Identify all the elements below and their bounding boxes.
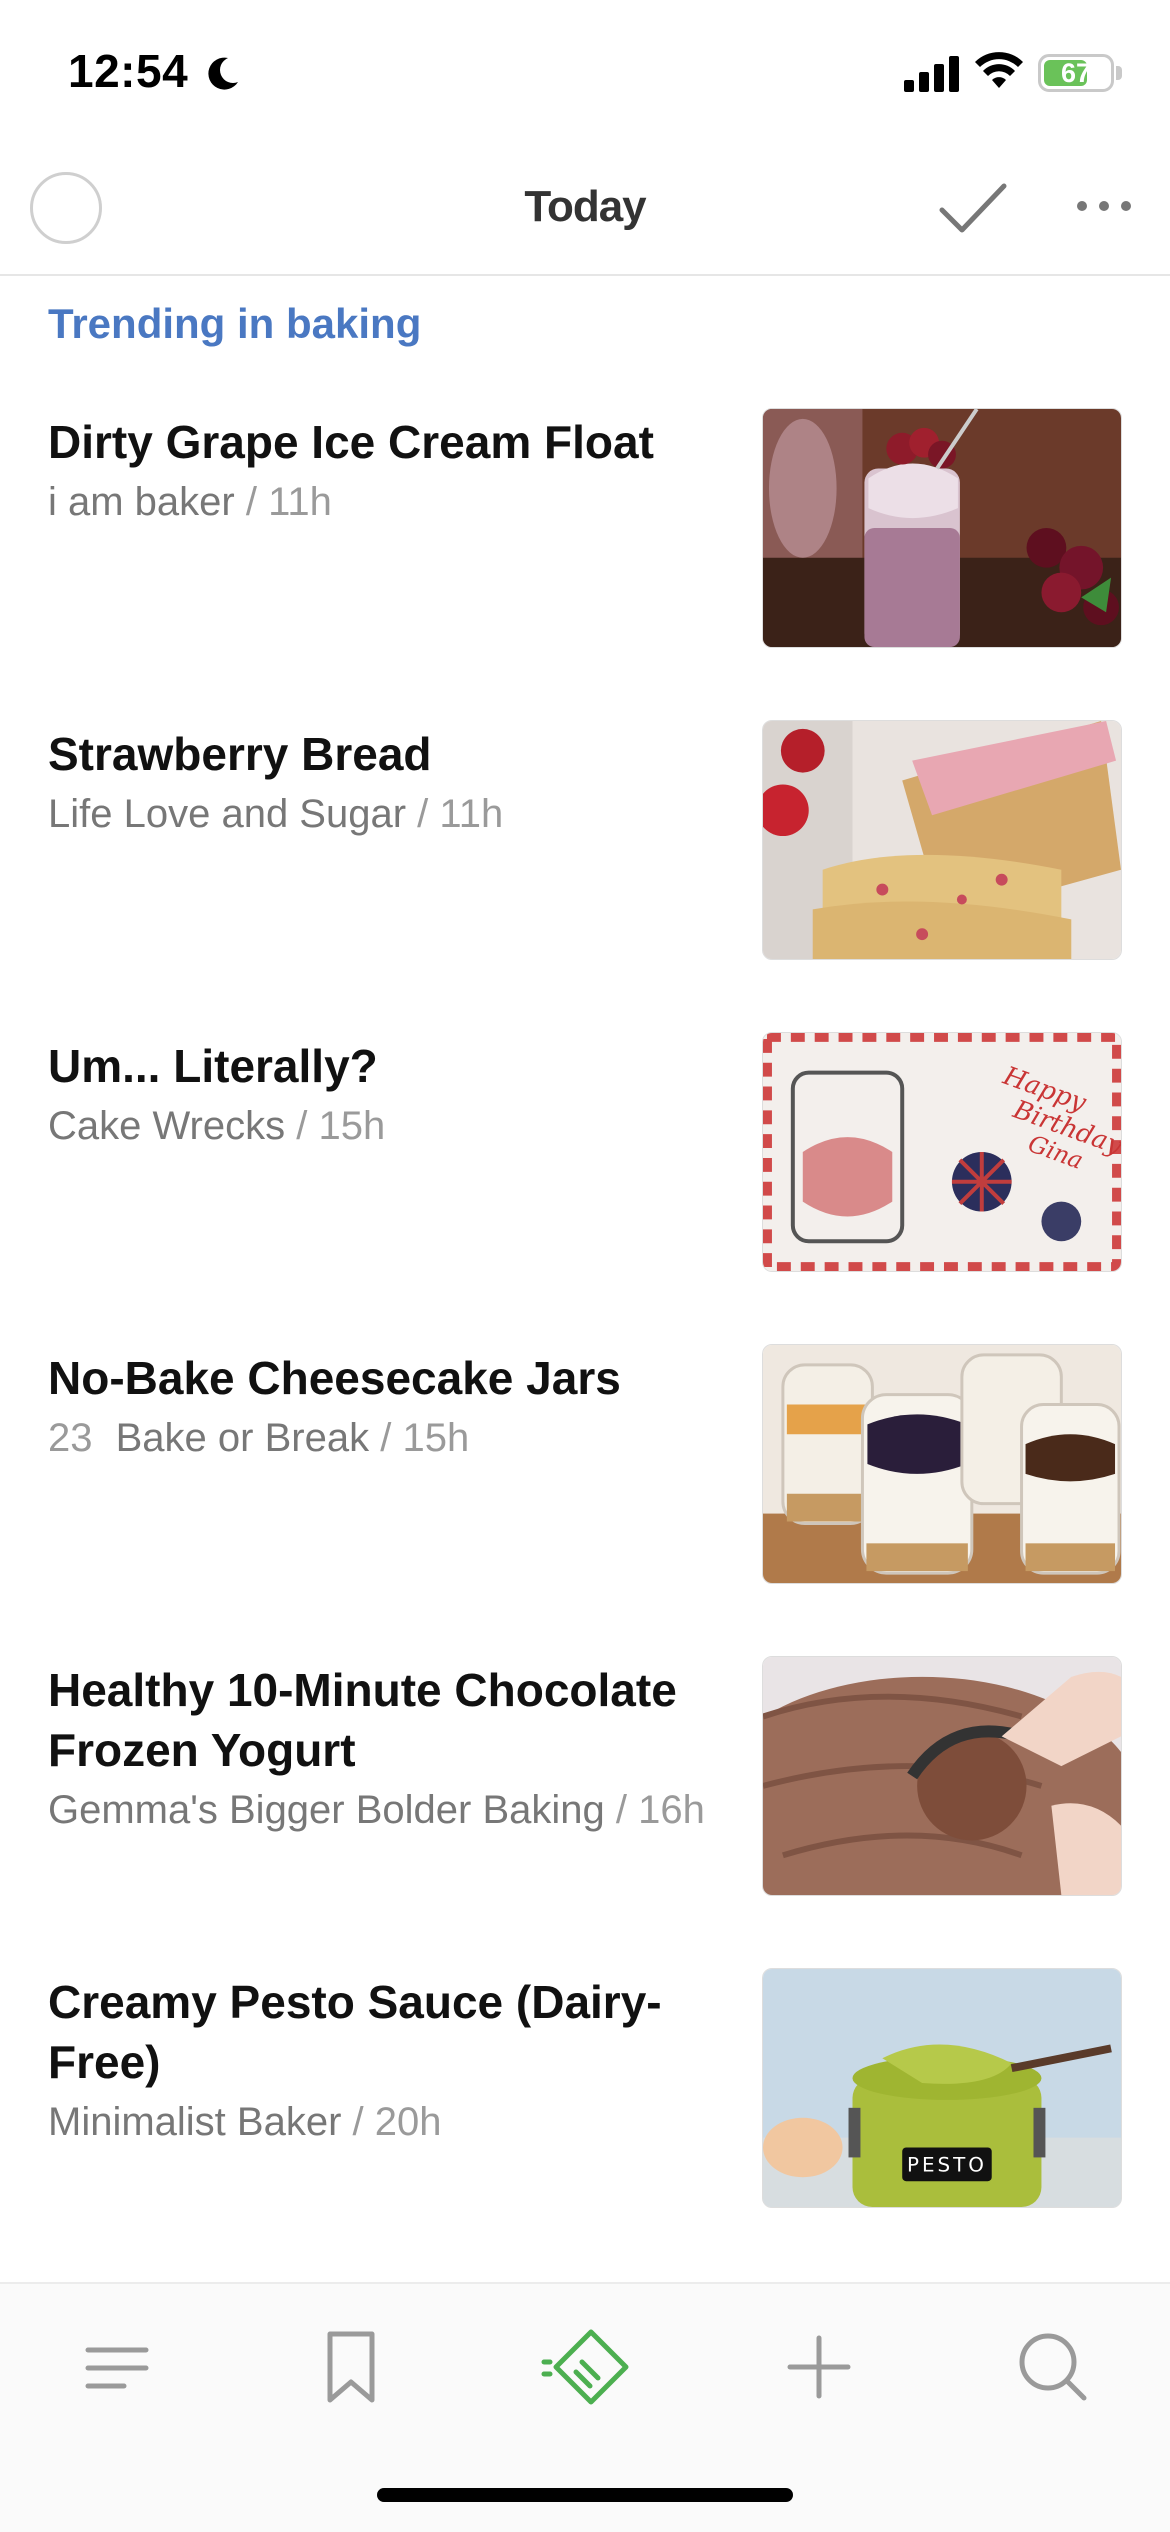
article-source: Minimalist Baker [48, 2100, 342, 2144]
article-thumbnail[interactable]: PESTO [762, 1968, 1122, 2208]
article-thumbnail[interactable] [762, 1344, 1122, 1584]
article-title[interactable]: Strawberry Bread [48, 724, 708, 784]
tab-menu[interactable] [72, 2322, 162, 2412]
article-item[interactable]: No-Bake Cheesecake Jars 23 Bake or Break… [0, 1344, 1170, 1648]
tab-search[interactable] [1008, 2322, 1098, 2412]
meta-separator: / [380, 1416, 392, 1460]
strawberry-bread-image [763, 721, 1121, 959]
article-meta: i am baker / 11h [48, 472, 728, 532]
article-count: 23 [48, 1416, 93, 1460]
article-meta: 23 Bake or Break / 15h [48, 1408, 728, 1468]
battery-percent: 67 [1060, 58, 1092, 88]
article-thumbnail[interactable] [762, 408, 1122, 648]
article-thumbnail[interactable]: Happy Birthday Gina [762, 1032, 1122, 1272]
article-source: Bake or Break [115, 1416, 370, 1460]
article-item[interactable]: Creamy Pesto Sauce (Dairy-Free) Minimali… [0, 1968, 1170, 2272]
article-age: 11h [439, 792, 504, 836]
pesto-jar-image: PESTO [763, 1969, 1121, 2207]
add-icon [787, 2335, 851, 2399]
article-title[interactable]: No-Bake Cheesecake Jars [48, 1348, 708, 1408]
article-source: i am baker [48, 480, 235, 524]
cake-wreck-image: Happy Birthday Gina [763, 1033, 1121, 1271]
cellular-signal-icon [904, 56, 959, 92]
article-meta: Gemma's Bigger Bolder Baking / 16h [48, 1780, 708, 1840]
wifi-icon [975, 52, 1023, 88]
cheesecake-jars-image [763, 1345, 1121, 1583]
today-feed-icon [541, 2329, 629, 2405]
article-thumbnail[interactable] [762, 720, 1122, 960]
article-age: 15h [318, 1104, 386, 1148]
tab-bookmarks[interactable] [306, 2322, 396, 2412]
article-item[interactable]: Healthy 10-Minute Chocolate Frozen Yogur… [0, 1656, 1170, 1960]
battery-cap [1116, 66, 1122, 80]
pesto-label: PESTO [907, 2153, 987, 2176]
meta-separator: / [615, 1788, 628, 1832]
article-source: Life Love and Sugar [48, 792, 407, 836]
article-title[interactable]: Dirty Grape Ice Cream Float [48, 412, 708, 472]
section-title[interactable]: Trending in baking [48, 300, 421, 348]
article-source: Cake Wrecks [48, 1104, 286, 1148]
moon-icon [208, 57, 238, 90]
article-meta: Minimalist Baker / 20h [48, 2092, 728, 2152]
more-options-icon[interactable] [1074, 196, 1134, 216]
menu-icon [85, 2347, 149, 2389]
mark-read-check-icon[interactable] [938, 180, 1008, 236]
meta-separator: / [245, 480, 257, 524]
article-thumbnail[interactable] [762, 1656, 1122, 1896]
tab-add[interactable] [774, 2322, 864, 2412]
feedly-today-screen: 12:54 67 Today Trending in baking Dirty … [0, 0, 1170, 2532]
battery-icon: 67 [1038, 54, 1114, 92]
article-item[interactable]: Strawberry Bread Life Love and Sugar / 1… [0, 720, 1170, 1024]
article-title[interactable]: Creamy Pesto Sauce (Dairy-Free) [48, 1972, 708, 2092]
grape-float-image [763, 409, 1121, 647]
status-time: 12:54 [68, 45, 189, 97]
article-age: 16h [638, 1788, 705, 1832]
article-title[interactable]: Um... Literally? [48, 1036, 708, 1096]
nav-bar: Today [0, 150, 1170, 276]
article-meta: Cake Wrecks / 15h [48, 1096, 728, 1156]
article-age: 15h [402, 1416, 470, 1460]
article-age: 11h [268, 480, 332, 524]
meta-separator: / [352, 2100, 364, 2144]
article-item[interactable]: Um... Literally? Cake Wrecks / 15h Happy… [0, 1032, 1170, 1336]
article-title[interactable]: Healthy 10-Minute Chocolate Frozen Yogur… [48, 1660, 708, 1780]
bookmark-icon [327, 2331, 375, 2403]
meta-separator: / [417, 792, 429, 836]
search-icon [1019, 2333, 1087, 2401]
status-bar: 12:54 67 [0, 0, 1170, 150]
meta-separator: / [296, 1104, 308, 1148]
article-source: Gemma's Bigger Bolder Baking [48, 1788, 605, 1832]
article-meta: Life Love and Sugar / 11h [48, 784, 728, 844]
tab-bar [0, 2282, 1170, 2532]
article-age: 20h [374, 2100, 442, 2144]
tab-today[interactable] [540, 2322, 630, 2412]
home-indicator[interactable] [377, 2488, 793, 2502]
chocolate-frozen-yogurt-image [763, 1657, 1121, 1895]
article-item[interactable]: Dirty Grape Ice Cream Float i am baker /… [0, 408, 1170, 712]
